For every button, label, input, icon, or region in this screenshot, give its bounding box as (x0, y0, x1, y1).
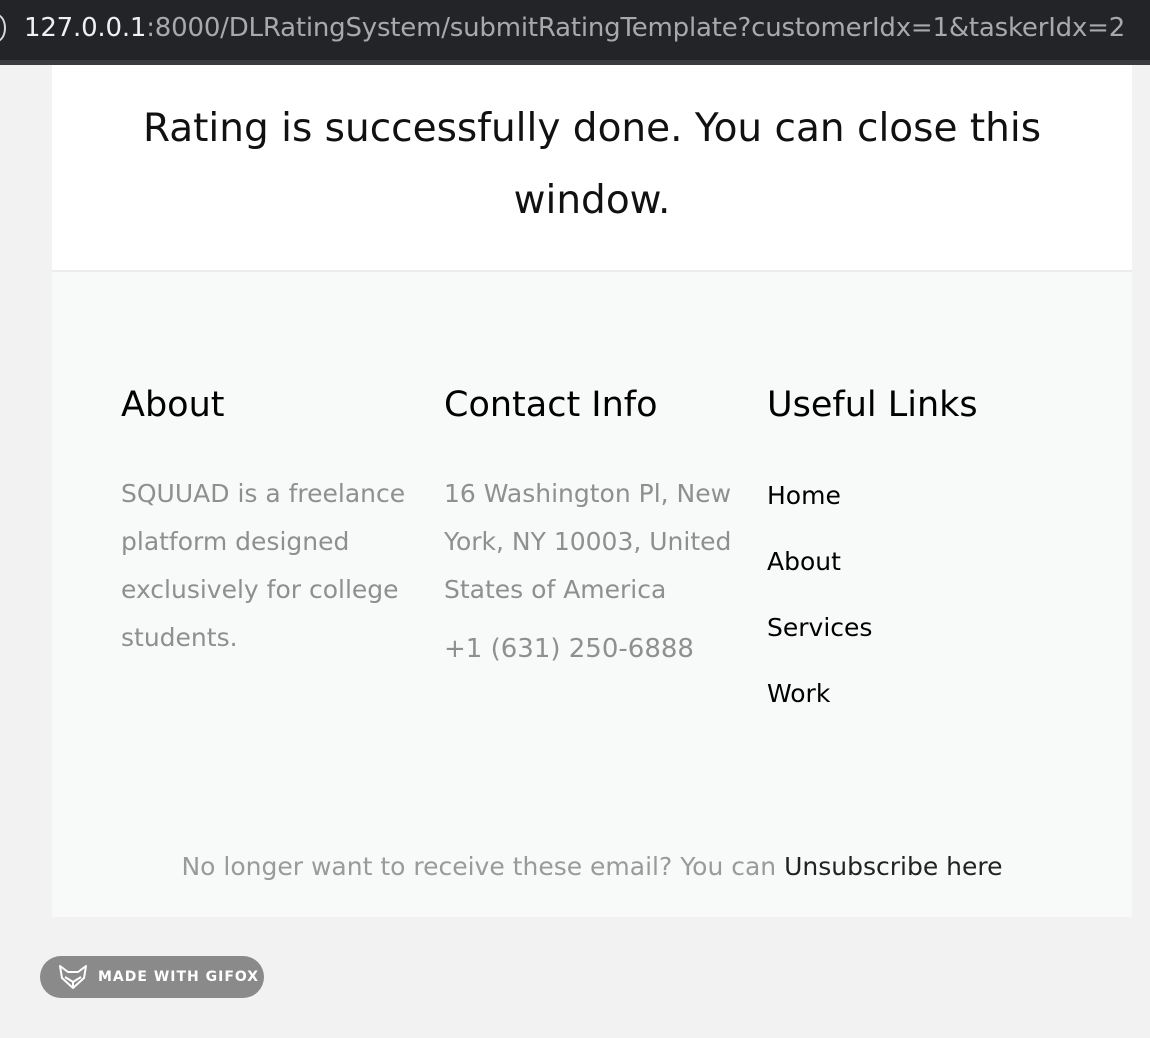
gifox-badge: MADE WITH GIFOX (40, 956, 264, 998)
about-text: SQUUAD is a freelance platform designed … (121, 479, 406, 652)
link-item-services: Services (767, 611, 1067, 677)
contact-address: 16 Washington Pl, New York, NY 10003, Un… (444, 479, 732, 604)
site-info-icon[interactable] (0, 14, 6, 42)
link-work[interactable]: Work (767, 679, 830, 708)
about-heading: About (121, 385, 225, 425)
unsubscribe-link[interactable]: Unsubscribe here (784, 852, 1002, 881)
badge-label: MADE WITH GIFOX (98, 969, 260, 985)
link-home[interactable]: Home (767, 481, 841, 510)
link-services[interactable]: Services (767, 613, 872, 642)
link-item-work: Work (767, 677, 1067, 743)
link-about[interactable]: About (767, 547, 841, 576)
unsubscribe-line: No longer want to receive these email? Y… (52, 850, 1132, 884)
fox-icon (59, 965, 87, 989)
footer-links-column: Useful Links Home About Services Work (767, 380, 1067, 759)
url-path: :8000/DLRatingSystem/submitRatingTemplat… (146, 13, 1126, 43)
url-text[interactable]: 127.0.0.1:8000/DLRatingSystem/submitRati… (24, 11, 1125, 45)
confirmation-message: Rating is successfully done. You can clo… (142, 106, 1042, 223)
browser-url-bar[interactable]: 127.0.0.1:8000/DLRatingSystem/submitRati… (0, 0, 1150, 65)
contact-heading: Contact Info (444, 385, 658, 425)
unsubscribe-prefix: No longer want to receive these email? Y… (181, 852, 777, 881)
url-host: 127.0.0.1 (24, 13, 147, 43)
links-heading: Useful Links (767, 385, 978, 425)
footer-contact-column: Contact Info 16 Washington Pl, New York,… (444, 380, 744, 666)
footer-about-column: About SQUUAD is a freelance platform des… (121, 380, 421, 662)
confirmation-card: Rating is successfully done. You can clo… (52, 65, 1132, 272)
useful-links-list: Home About Services Work (767, 479, 1067, 743)
email-footer: About SQUUAD is a freelance platform des… (52, 272, 1132, 917)
link-item-home: Home (767, 479, 1067, 545)
link-item-about: About (767, 545, 1067, 611)
contact-phone: +1 (631) 250-6888 (444, 634, 694, 664)
